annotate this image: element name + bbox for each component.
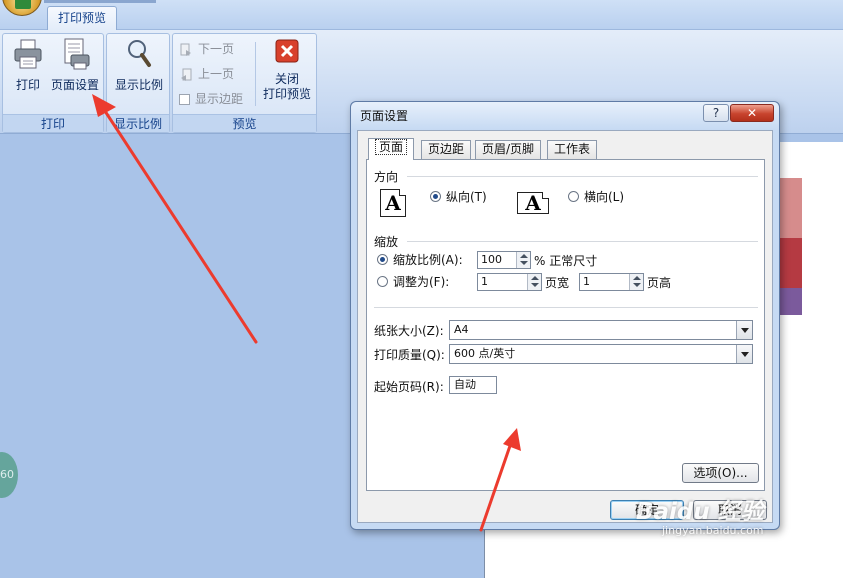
close-print-preview-label-2: 打印预览	[262, 87, 311, 101]
scale-percent-suffix: % 正常尺寸	[534, 254, 598, 268]
print-quality-select[interactable]: 600 点/英寸	[449, 344, 753, 364]
paper-size-label: 纸张大小(Z):	[374, 324, 444, 338]
zoom-button-label: 显示比例	[114, 78, 163, 92]
orientation-title: 方向	[374, 170, 399, 184]
tab-sheet[interactable]: 工作表	[547, 140, 598, 159]
previous-page-icon	[181, 68, 192, 81]
show-margins-checkbox[interactable]: 显示边距	[179, 88, 243, 110]
close-print-preview-button[interactable]: 关闭 打印预览	[259, 37, 315, 102]
group-print-label: 打印	[3, 114, 103, 132]
paper-size-value: A4	[454, 323, 469, 336]
chart-bar-red	[780, 238, 802, 288]
tab-page-label: 页面	[375, 139, 408, 155]
spinner-arrows-icon[interactable]	[516, 252, 530, 268]
print-quality-value: 600 点/英寸	[454, 347, 516, 360]
watermark: Baidu 经验 jingyan.baidu.com	[636, 492, 836, 537]
group-zoom-label: 显示比例	[107, 114, 169, 132]
adjust-to-radio[interactable]	[377, 254, 388, 265]
options-button[interactable]: 选项(O)...	[682, 463, 759, 483]
previous-page-button[interactable]: 上一页	[179, 63, 234, 85]
print-button[interactable]: 打印	[9, 37, 47, 93]
scale-percent-value: 100	[481, 253, 502, 266]
magnifier-icon	[128, 40, 151, 67]
landscape-radio[interactable]	[568, 191, 579, 202]
tab-page-panel: 方向 A 纵向(T) A 横向(L) 缩放 缩放比例(A): 100 % 正常尺…	[366, 159, 765, 491]
tab-print-preview[interactable]: 打印预览	[47, 6, 117, 31]
next-page-icon	[180, 43, 191, 56]
next-page-button[interactable]: 下一页	[179, 38, 234, 60]
show-margins-label: 显示边距	[195, 92, 244, 106]
checkbox-icon	[179, 94, 190, 105]
portrait-label: 纵向(T)	[446, 190, 487, 204]
quick-access-toolbar	[44, 0, 156, 3]
pages-wide-label: 页宽	[545, 276, 570, 290]
watermark-logo-text: Baidu 经验	[636, 499, 764, 525]
tab-margins[interactable]: 页边距	[421, 140, 472, 159]
group-preview-label: 预览	[173, 114, 316, 132]
chart-bar-pink	[780, 178, 802, 238]
chevron-down-icon[interactable]	[736, 321, 752, 339]
pages-wide-spinner[interactable]: 1	[477, 273, 542, 291]
group-preview: 下一页 上一页 显示边距 关闭 打印预览 预览	[172, 33, 317, 133]
paper-divider	[374, 307, 758, 308]
zoom-button[interactable]: 显示比例	[111, 37, 167, 93]
pages-tall-value: 1	[583, 275, 590, 288]
page-setup-dialog: 页面设置 ? ✕ 页面 页边距 页眉/页脚 工作表 方向 A 纵向(T) A 横…	[350, 101, 780, 530]
previous-page-label: 上一页	[198, 67, 235, 81]
group-zoom: 显示比例 显示比例	[106, 33, 170, 133]
excel-logo-icon	[15, 0, 31, 9]
portrait-icon: A	[380, 189, 406, 217]
page-setup-button[interactable]: 页面设置	[49, 37, 101, 93]
fit-to-radio[interactable]	[377, 276, 388, 287]
fit-to-label: 调整为(F):	[393, 275, 450, 289]
chart-bar-purple	[780, 288, 802, 315]
scaling-divider	[407, 241, 758, 242]
paper-size-select[interactable]: A4	[449, 320, 753, 340]
watermark-url: jingyan.baidu.com	[662, 524, 764, 537]
close-icon	[275, 39, 299, 63]
scale-percent-spinner[interactable]: 100	[477, 251, 531, 269]
pages-tall-label: 页高	[647, 276, 672, 290]
dialog-close-button[interactable]: ✕	[730, 104, 774, 122]
pages-tall-spinner[interactable]: 1	[579, 273, 644, 291]
group-separator	[255, 42, 256, 106]
chevron-down-icon[interactable]	[736, 345, 752, 363]
tab-page[interactable]: 页面	[368, 138, 415, 160]
spinner-arrows-icon[interactable]	[629, 274, 643, 290]
first-page-number-label: 起始页码(R):	[374, 380, 444, 394]
printer-icon	[14, 39, 42, 69]
landscape-label: 横向(L)	[584, 190, 625, 204]
close-print-preview-label-1: 关闭	[274, 72, 299, 86]
page-setup-icon	[64, 38, 90, 70]
help-button[interactable]: ?	[703, 104, 729, 122]
pages-wide-value: 1	[481, 275, 488, 288]
dialog-client: 页面 页边距 页眉/页脚 工作表 方向 A 纵向(T) A 横向(L) 缩放 缩…	[357, 130, 773, 523]
tab-header-footer[interactable]: 页眉/页脚	[475, 140, 542, 159]
office-button[interactable]	[2, 0, 42, 16]
landscape-icon: A	[517, 192, 549, 214]
ribbon-tab-bar: 打印预览	[0, 0, 843, 31]
portrait-radio[interactable]	[430, 191, 441, 202]
group-print: 打印 页面设置 打印	[2, 33, 104, 133]
print-button-label: 打印	[15, 78, 40, 92]
page-setup-button-label: 页面设置	[50, 78, 99, 92]
first-page-number-input[interactable]: 自动	[449, 376, 497, 394]
adjust-to-label: 缩放比例(A):	[393, 253, 463, 267]
spinner-arrows-icon[interactable]	[527, 274, 541, 290]
print-quality-label: 打印质量(Q):	[374, 348, 445, 362]
orientation-divider	[407, 176, 758, 177]
next-page-label: 下一页	[198, 42, 235, 56]
scaling-title: 缩放	[374, 235, 399, 249]
